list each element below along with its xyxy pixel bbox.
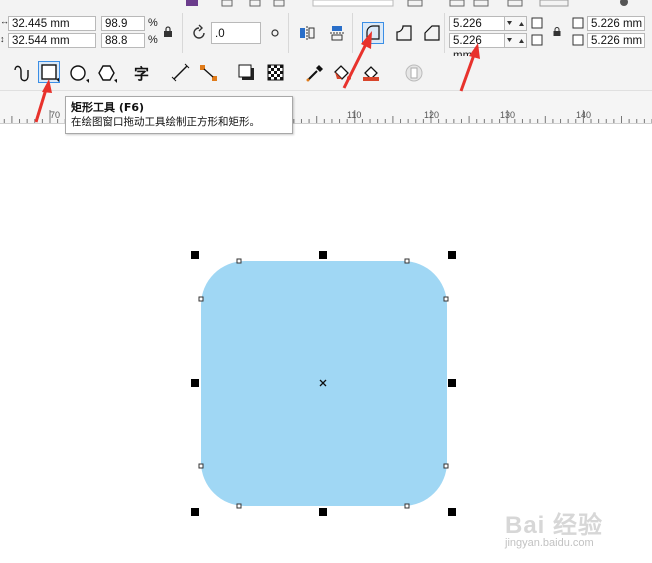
- arrow-to-rectangle-tool: [34, 79, 52, 123]
- annotation-arrows: [34, 31, 480, 123]
- baidu-jingyan-watermark: Bai 经验 jingyan.baidu.com: [505, 505, 645, 557]
- arrow-to-round-corner: [342, 31, 372, 89]
- watermark-main: Bai 经验: [505, 512, 604, 539]
- watermark-sub: jingyan.baidu.com: [505, 537, 594, 549]
- arrow-to-corner-radius: [459, 43, 480, 92]
